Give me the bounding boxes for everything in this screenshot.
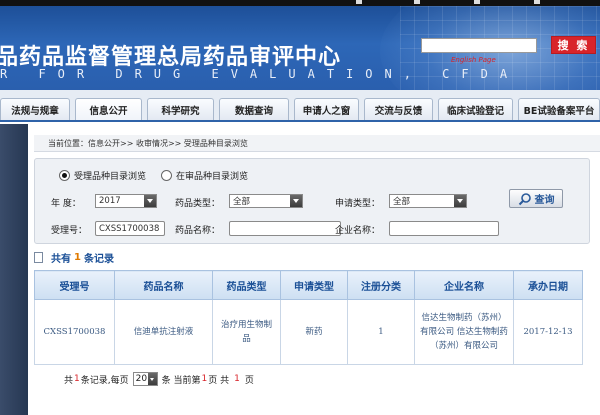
accept-no-input[interactable]: CXSS1700038 [95, 221, 165, 236]
site-banner: 品药品监督管理总局药品审评中心 R FOR DRUG EVALUATION, C… [0, 6, 600, 90]
tab-data-query[interactable]: 数据查询 [219, 98, 289, 120]
cell-reg-class: 1 [347, 299, 415, 365]
system-icon [534, 0, 540, 4]
radio-unchecked-icon [161, 170, 172, 181]
cell-accept-no[interactable]: CXSS1700038 [34, 299, 115, 365]
col-drug-type: 药品类型 [212, 270, 281, 300]
drug-name-input[interactable] [229, 221, 341, 236]
chevron-down-icon [147, 373, 157, 385]
main-nav: 法规与规章 信息公开 科学研究 数据查询 申请人之窗 交流与反馈 临床试验登记 … [0, 90, 600, 122]
site-search-input[interactable] [421, 38, 537, 53]
tab-science[interactable]: 科学研究 [147, 98, 214, 120]
pagination: 共 1 条记录,每页 20 条 当前第 1 页 共 1 页 [64, 372, 254, 386]
tab-info-public[interactable]: 信息公开 [75, 98, 142, 120]
system-icon [356, 0, 362, 4]
drug-type-label: 药品类型： [175, 199, 221, 209]
query-button[interactable]: 查询 [509, 189, 563, 208]
tab-clinical-trial[interactable]: 临床试验登记 [438, 98, 513, 120]
tab-applicant[interactable]: 申请人之窗 [294, 98, 359, 120]
accept-no-label: 受理号： [51, 226, 88, 236]
table-header-row: 受理号 药品名称 药品类型 申请类型 注册分类 企业名称 承办日期 [34, 270, 583, 300]
table-row: CXSS1700038 信迪单抗注射液 治疗用生物制品 新药 1 信达生物制药（… [34, 299, 583, 365]
cell-drug-type: 治疗用生物制品 [212, 299, 281, 365]
breadcrumb: 当前位置：信息公开>> 收审情况>> 受理品种目录浏览 [34, 135, 600, 152]
search-panel: 受理品种目录浏览 在审品种目录浏览 年 度： 2017 药品类型： 全部 申请类… [34, 158, 590, 244]
drug-name-label: 药品名称： [175, 226, 221, 236]
site-search-button[interactable]: 搜 索 [551, 36, 596, 54]
chevron-down-icon [290, 195, 302, 207]
cell-company: 信达生物制药（苏州）有限公司 信达生物制药（苏州）有限公司 [414, 299, 514, 365]
col-company: 企业名称 [414, 270, 514, 300]
drug-type-select[interactable]: 全部 [229, 194, 303, 208]
english-page-link[interactable]: English Page [451, 56, 496, 64]
cell-date: 2017-12-13 [513, 299, 583, 365]
radio-accepted-catalog[interactable]: 受理品种目录浏览 [59, 169, 146, 182]
system-icon [414, 0, 420, 4]
chevron-down-icon [454, 195, 466, 207]
result-count: 共有 1 条记录 [34, 250, 114, 265]
system-icon [474, 0, 480, 4]
company-input[interactable] [389, 221, 499, 236]
col-drug-name: 药品名称 [114, 270, 213, 300]
results-table: 受理号 药品名称 药品类型 申请类型 注册分类 企业名称 承办日期 CXSS17… [34, 270, 583, 365]
year-label: 年 度： [51, 199, 81, 209]
tab-regulations[interactable]: 法规与规章 [0, 98, 70, 120]
company-label: 企业名称： [335, 226, 381, 236]
left-sidebar [0, 124, 28, 415]
document-icon [34, 252, 43, 263]
tab-feedback[interactable]: 交流与反馈 [364, 98, 433, 120]
col-date: 承办日期 [513, 270, 583, 300]
radio-review-catalog[interactable]: 在审品种目录浏览 [161, 169, 248, 182]
cell-apply-type: 新药 [280, 299, 348, 365]
radio-checked-icon [59, 170, 70, 181]
chevron-down-icon [144, 195, 156, 207]
magnifier-icon [518, 192, 531, 205]
col-reg-class: 注册分类 [347, 270, 415, 300]
col-accept-no: 受理号 [34, 270, 115, 300]
site-subtitle: R FOR DRUG EVALUATION, CFDA [0, 67, 520, 81]
apply-type-label: 申请类型： [335, 199, 381, 209]
apply-type-select[interactable]: 全部 [389, 194, 467, 208]
col-apply-type: 申请类型 [280, 270, 348, 300]
year-select[interactable]: 2017 [95, 194, 157, 208]
per-page-select[interactable]: 20 [132, 372, 158, 386]
tab-be-trial[interactable]: BE试验备案平台 [518, 98, 600, 120]
cell-drug-name: 信迪单抗注射液 [114, 299, 213, 365]
